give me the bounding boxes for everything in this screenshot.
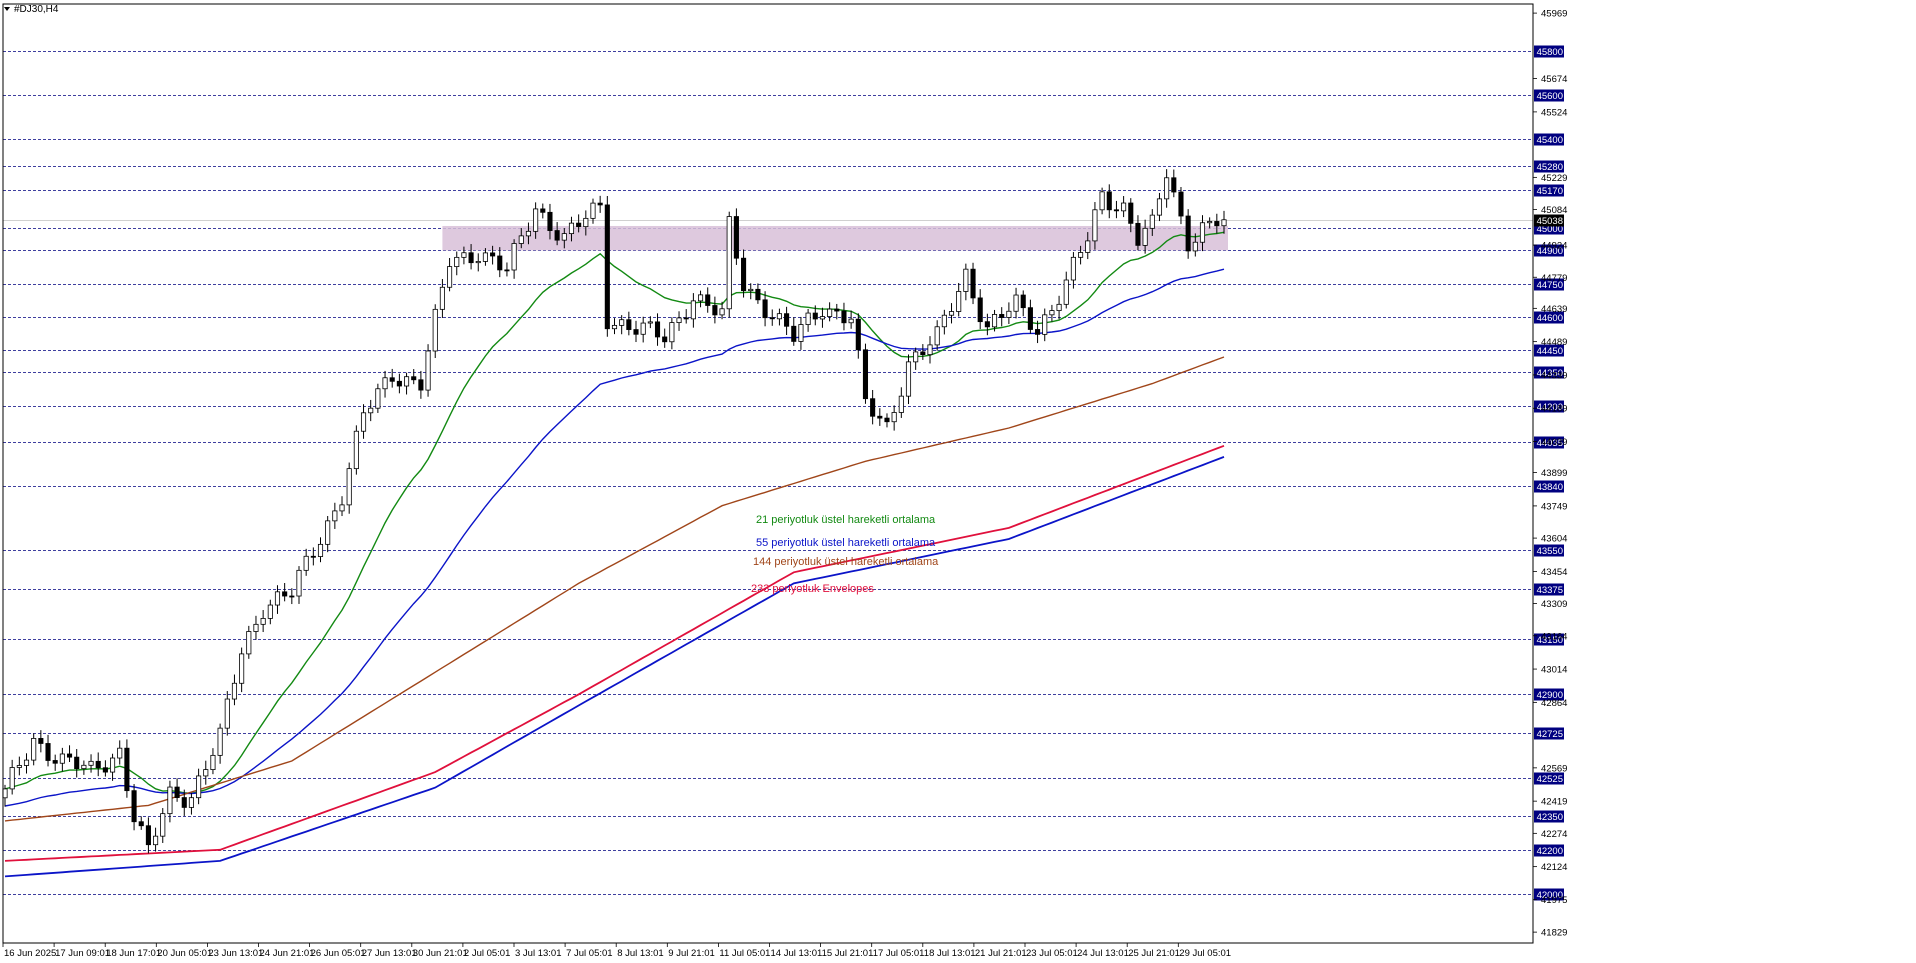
- legend-ema-21: 21 periyotluk üstel hareketli ortalama: [756, 514, 936, 526]
- level-price-label: 42350: [1537, 812, 1563, 823]
- price-tick-label: 44039: [1541, 437, 1567, 448]
- time-tick-label: 21 Jul 21:01: [975, 948, 1027, 959]
- time-tick-label: 18 Jul 13:01: [924, 948, 976, 959]
- price-tick-label: 43309: [1541, 599, 1567, 610]
- candle[interactable]: [970, 262, 976, 305]
- time-tick-label: 18 Jun 17:01: [106, 948, 161, 959]
- price-tick-label: 42864: [1541, 698, 1567, 709]
- price-tick-label: 45229: [1541, 173, 1567, 184]
- time-tick-label: 20 Jun 05:01: [157, 948, 212, 959]
- price-tick-label: 43014: [1541, 665, 1567, 676]
- level-price-label: 45170: [1537, 186, 1563, 197]
- time-tick-label: 30 Jun 21:01: [413, 948, 468, 959]
- time-tick-label: 15 Jul 21:01: [822, 948, 874, 959]
- price-tick-label: 41829: [1541, 928, 1567, 939]
- time-tick-label: 17 Jul 05:01: [873, 948, 925, 959]
- price-tick-label: 43454: [1541, 567, 1567, 578]
- time-tick-label: 17 Jun 09:01: [55, 948, 110, 959]
- legend-ema-55: 55 periyotluk üstel hareketli ortalama: [756, 537, 936, 549]
- candle[interactable]: [124, 739, 130, 798]
- price-tick-label: 44779: [1541, 273, 1567, 284]
- level-price-label: 43375: [1537, 585, 1563, 596]
- price-tick-label: 45674: [1541, 74, 1567, 85]
- price-tick-label: 45524: [1541, 107, 1567, 118]
- time-tick-label: 27 Jun 13:01: [362, 948, 417, 959]
- level-price-label: 43840: [1537, 482, 1563, 493]
- time-tick-label: 9 Jul 21:01: [668, 948, 714, 959]
- current-price-label: 45038: [1537, 216, 1563, 227]
- candle[interactable]: [862, 343, 869, 404]
- level-price-label: 45600: [1537, 91, 1563, 102]
- time-tick-label: 2 Jul 05:01: [464, 948, 510, 959]
- time-tick-label: 23 Jul 05:01: [1026, 948, 1078, 959]
- chart-symbol-title: #DJ30,H4: [14, 4, 59, 15]
- level-price-label: 42525: [1537, 774, 1563, 785]
- candle[interactable]: [733, 208, 739, 265]
- time-tick-label: 16 Jun 2025: [4, 948, 56, 959]
- price-tick-label: 42274: [1541, 829, 1567, 840]
- price-tick-label: 42569: [1541, 763, 1567, 774]
- price-tick-label: 42124: [1541, 862, 1567, 873]
- price-tick-label: 45084: [1541, 205, 1567, 216]
- price-tick-label: 44489: [1541, 337, 1567, 348]
- price-tick-label: 43164: [1541, 631, 1567, 642]
- candle[interactable]: [604, 196, 610, 337]
- level-price-label: 45280: [1537, 162, 1563, 173]
- price-tick-label: 44189: [1541, 404, 1567, 415]
- time-tick-label: 29 Jul 05:01: [1179, 948, 1231, 959]
- legend-ema-144: 144 periyotluk üstel hareketli ortalama: [753, 556, 939, 568]
- time-tick-label: 7 Jul 05:01: [566, 948, 612, 959]
- resistance-zone[interactable]: [442, 225, 1228, 251]
- time-tick-label: 11 Jul 05:01: [719, 948, 770, 959]
- price-tick-label: 44924: [1541, 241, 1567, 252]
- price-tick-label: 41975: [1541, 895, 1567, 906]
- time-tick-label: 14 Jul 13:01: [771, 948, 823, 959]
- candle[interactable]: [353, 425, 359, 475]
- legend-envelopes-233: 233 periyotluk Envelopes: [751, 583, 874, 595]
- price-tick-label: 44339: [1541, 370, 1567, 381]
- time-tick-label: 23 Jun 13:01: [208, 948, 263, 959]
- price-tick-label: 42419: [1541, 797, 1567, 808]
- level-price-label: 45800: [1537, 47, 1563, 58]
- time-tick-label: 24 Jun 21:01: [260, 948, 315, 959]
- candle[interactable]: [432, 304, 438, 359]
- time-tick-label: 25 Jul 21:01: [1128, 948, 1180, 959]
- level-price-label: 42725: [1537, 729, 1563, 740]
- price-tick-label: 45969: [1541, 9, 1567, 20]
- time-tick-label: 3 Jul 13:01: [515, 948, 561, 959]
- price-tick-label: 43749: [1541, 501, 1567, 512]
- time-tick-label: 8 Jul 13:01: [617, 948, 663, 959]
- level-price-label: 42200: [1537, 846, 1563, 857]
- price-tick-label: 43604: [1541, 534, 1567, 545]
- price-chart[interactable]: 4580045600454004528045170450004490044750…: [0, 0, 1916, 963]
- level-price-label: 45400: [1537, 135, 1563, 146]
- level-price-label: 43550: [1537, 546, 1563, 557]
- price-tick-label: 43899: [1541, 468, 1567, 479]
- time-tick-label: 24 Jul 13:01: [1077, 948, 1129, 959]
- candle[interactable]: [425, 344, 431, 397]
- candle[interactable]: [726, 211, 732, 318]
- price-tick-label: 44639: [1541, 304, 1567, 315]
- time-tick-label: 26 Jun 05:01: [311, 948, 366, 959]
